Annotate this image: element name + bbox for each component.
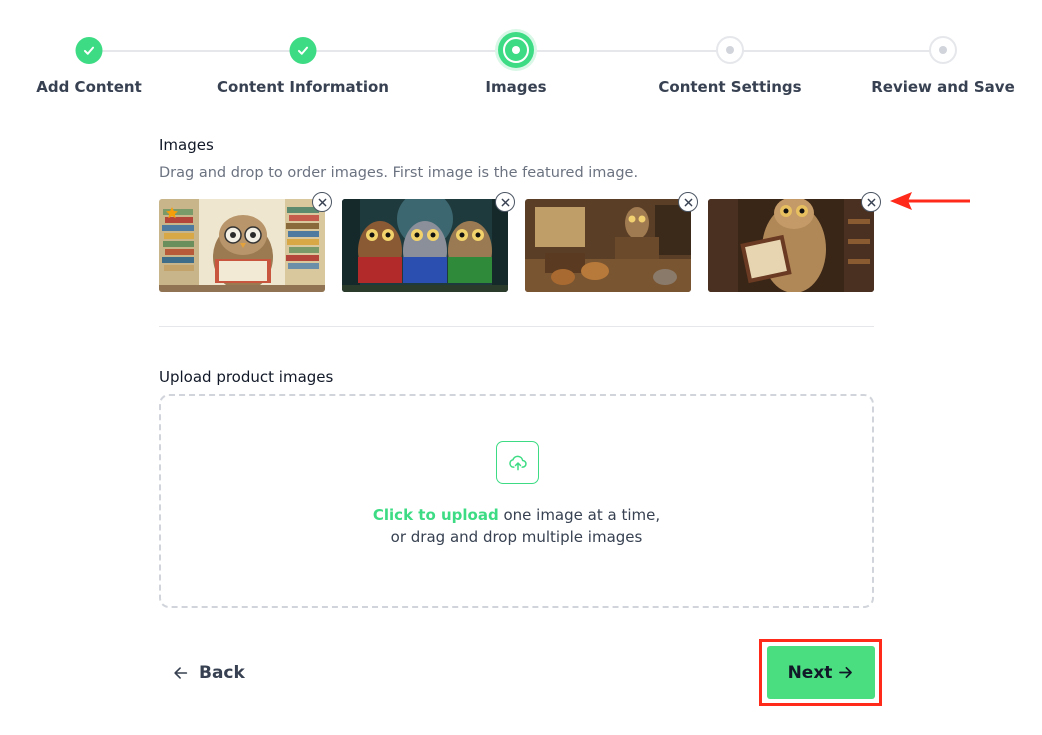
remove-image-button[interactable] (312, 192, 332, 212)
upload-text-line2: or drag and drop multiple images (390, 528, 643, 546)
next-button[interactable]: Next (767, 646, 875, 699)
current-step-icon (498, 32, 534, 68)
section-divider (159, 326, 874, 327)
check-icon (75, 37, 103, 64)
arrow-right-icon (839, 666, 853, 679)
image-thumbnail[interactable] (708, 192, 881, 292)
step-label: Content Information (217, 78, 389, 96)
step-content-settings[interactable]: Content Settings (630, 0, 830, 110)
image-thumbnail[interactable] (342, 192, 515, 292)
step-images[interactable]: Images (416, 0, 616, 110)
next-label: Next (787, 662, 833, 683)
upload-instructions: Click to upload one image at a time, or … (161, 504, 872, 548)
upload-button[interactable] (496, 441, 539, 484)
upload-dropzone[interactable]: Click to upload one image at a time, or … (159, 394, 874, 608)
step-label: Review and Save (871, 78, 1015, 96)
check-icon (289, 37, 317, 64)
step-label: Content Settings (658, 78, 802, 96)
step-content-information[interactable]: Content Information (203, 0, 403, 110)
back-label: Back (199, 663, 245, 683)
annotation-arrow-icon (890, 192, 970, 210)
three-owls-reading-image (342, 199, 508, 292)
click-to-upload-link[interactable]: Click to upload (373, 506, 499, 524)
owl-reading-books-image (159, 199, 325, 292)
image-thumbnail[interactable] (525, 192, 698, 292)
cloud-upload-icon (508, 455, 527, 470)
arrow-left-icon (174, 667, 188, 679)
remove-image-button[interactable] (861, 192, 881, 212)
images-section-title: Images (159, 136, 214, 154)
featured-star-icon (166, 207, 178, 219)
owl-with-book-image (708, 199, 874, 292)
step-review-and-save[interactable]: Review and Save (843, 0, 1042, 110)
step-label: Images (485, 78, 547, 96)
upload-section-title: Upload product images (159, 368, 334, 386)
upload-text-rest: one image at a time, (498, 506, 661, 524)
remove-image-button[interactable] (495, 192, 515, 212)
step-add-content[interactable]: Add Content (0, 0, 189, 110)
owl-classroom-image (525, 199, 691, 292)
image-thumbnail[interactable] (159, 192, 332, 292)
pending-step-icon (716, 36, 744, 64)
pending-step-icon (929, 36, 957, 64)
remove-image-button[interactable] (678, 192, 698, 212)
images-hint: Drag and drop to order images. First ima… (159, 165, 639, 181)
progress-stepper: Add Content Content Information Images C… (0, 0, 1042, 110)
step-label: Add Content (36, 78, 142, 96)
back-button[interactable]: Back (172, 658, 245, 688)
